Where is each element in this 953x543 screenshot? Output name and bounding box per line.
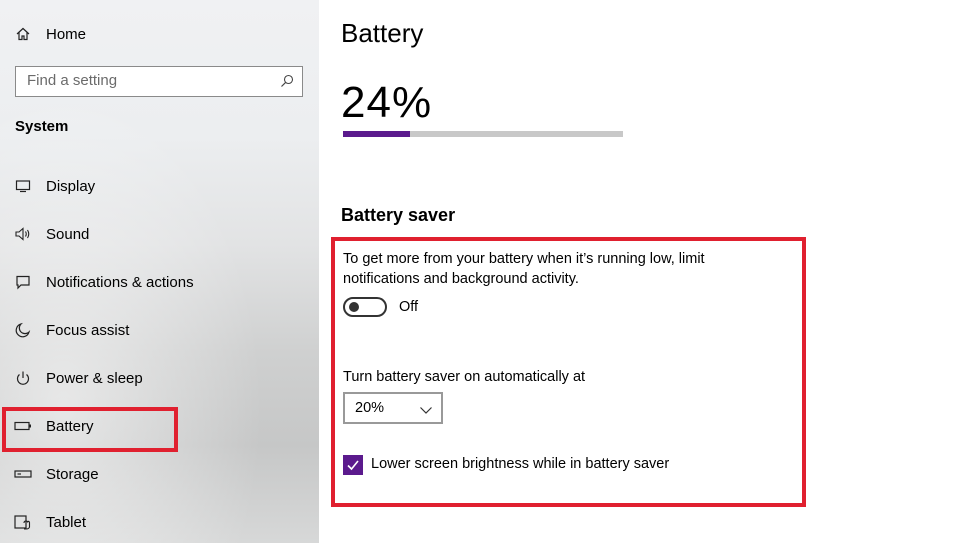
sidebar-item-label: Storage [46,465,99,483]
battery-level-bar [343,131,623,137]
nav-home-label: Home [46,25,87,43]
power-icon [14,369,32,387]
sidebar-item-display[interactable]: Display [0,166,319,206]
threshold-dropdown[interactable]: 20% [343,392,443,424]
lower-brightness-checkbox[interactable] [343,455,363,475]
threshold-value: 20% [355,400,385,416]
sidebar-item-label: Tablet [46,513,87,531]
search-box[interactable] [15,66,303,97]
auto-threshold-label: Turn battery saver on automatically at [343,369,586,385]
battery-saver-description: To get more from your battery when it’s … [343,251,705,287]
tablet-icon [14,513,32,531]
sidebar-item-label: Focus assist [46,321,130,339]
notification-icon [14,273,32,291]
sidebar: Home System Display Sound Notifications … [0,0,319,543]
battery-level-fill [343,131,411,137]
toggle-state-label: Off [399,299,419,315]
search-input[interactable] [27,72,267,89]
sidebar-item-label: Notifications & actions [46,273,194,291]
speaker-icon [14,225,32,243]
sidebar-item-focus-assist[interactable]: Focus assist [0,310,319,350]
search-icon[interactable] [280,74,294,88]
display-icon [14,177,32,195]
sidebar-item-tablet[interactable]: Tablet [0,502,319,542]
sidebar-item-battery[interactable]: Battery [0,406,319,446]
chevron-down-icon [419,402,433,414]
sidebar-item-label: Battery [46,417,94,435]
sidebar-item-label: Power & sleep [46,369,143,387]
battery-saver-toggle[interactable] [343,297,387,317]
section-title: System [15,118,69,135]
nav-home[interactable]: Home [0,14,319,54]
page-title: Battery [341,18,424,48]
sidebar-item-storage[interactable]: Storage [0,454,319,494]
lower-brightness-label: Lower screen brightness while in battery… [371,456,670,472]
battery-icon [14,417,32,435]
sidebar-item-label: Sound [46,225,90,243]
sidebar-item-power-sleep[interactable]: Power & sleep [0,358,319,398]
checkmark-icon [347,460,359,471]
battery-percentage: 24% [341,78,433,127]
toggle-knob [349,302,359,312]
sidebar-item-sound[interactable]: Sound [0,214,319,254]
sidebar-item-notifications[interactable]: Notifications & actions [0,262,319,302]
home-icon [14,25,32,43]
storage-icon [14,465,32,483]
sidebar-item-label: Display [46,177,96,195]
moon-icon [14,321,32,339]
battery-saver-heading: Battery saver [341,205,456,225]
